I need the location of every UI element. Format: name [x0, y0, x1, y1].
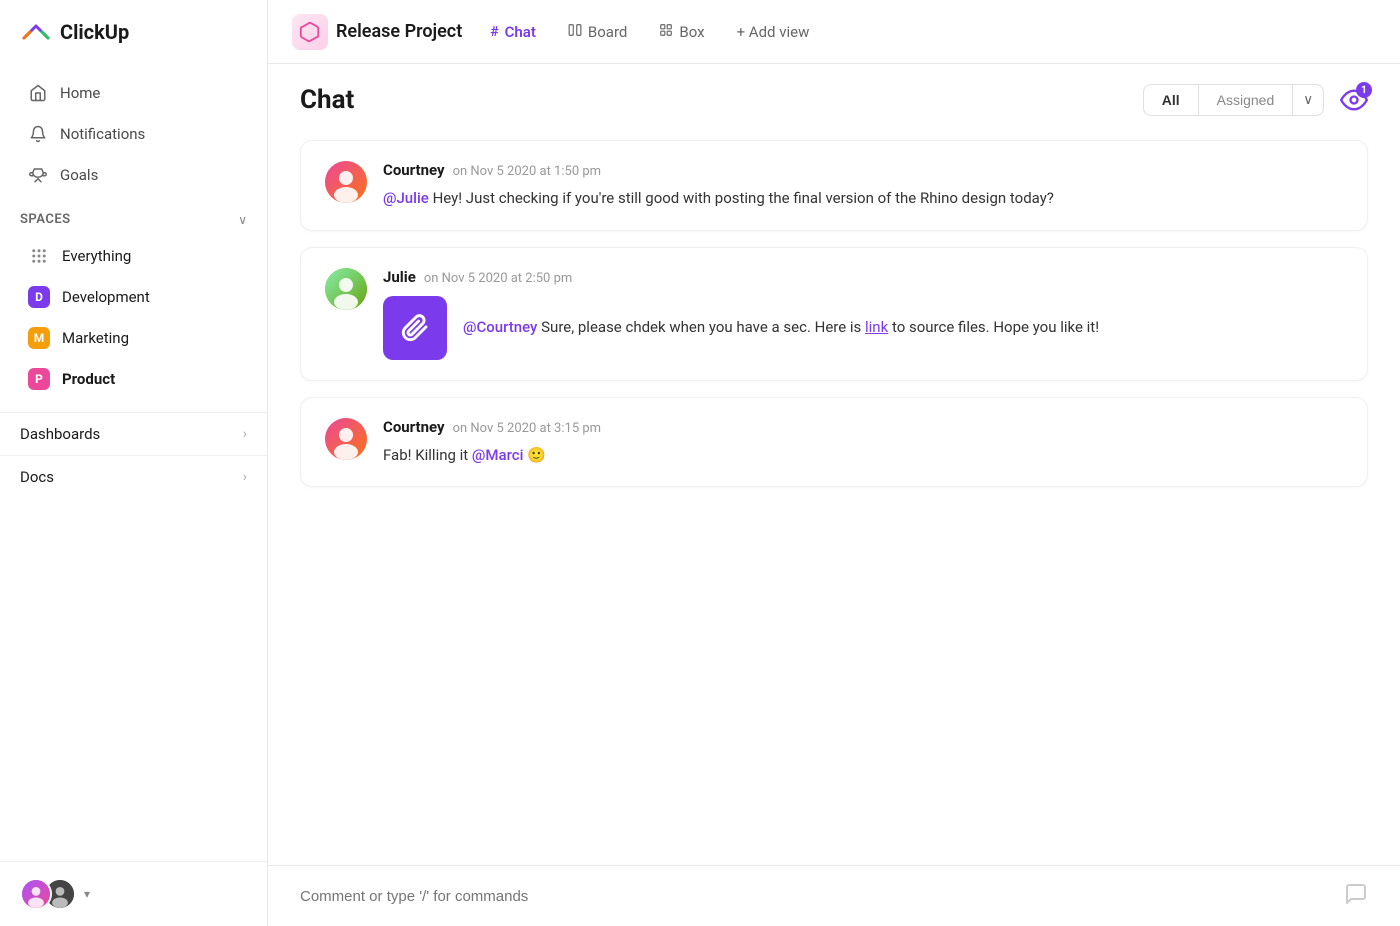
dashboards-chevron-icon: › [243, 426, 247, 442]
tab-board[interactable]: Board [556, 17, 639, 47]
mention-julie[interactable]: @Julie [383, 189, 429, 207]
message-header-2: Julie on Nov 5 2020 at 2:50 pm [383, 268, 1343, 286]
message-time-1: on Nov 5 2020 at 1:50 pm [453, 164, 601, 179]
comment-box [268, 865, 1400, 926]
sidebar-item-notifications-label: Notifications [60, 125, 145, 143]
sidebar-item-notifications[interactable]: Notifications [8, 114, 259, 154]
mention-courtney[interactable]: @Courtney [463, 318, 537, 336]
project-title: Release Project [336, 21, 462, 42]
main-content: Release Project # Chat Board Box + Add v… [268, 0, 1400, 926]
message-header-1: Courtney on Nov 5 2020 at 1:50 pm [383, 161, 1343, 179]
chat-area: Chat All Assigned ∨ 1 [268, 64, 1400, 926]
docs-label: Docs [20, 468, 54, 486]
message-time-3: on Nov 5 2020 at 3:15 pm [453, 421, 601, 436]
message-author-3: Courtney [383, 418, 445, 436]
avatar-courtney-2 [325, 418, 367, 460]
messages-area: Courtney on Nov 5 2020 at 1:50 pm @Julie… [268, 132, 1400, 865]
user-dropdown-icon[interactable]: ▾ [84, 887, 90, 901]
sidebar-nav: Home Notifications Goals [0, 64, 267, 204]
avatar-group[interactable] [20, 878, 76, 910]
product-badge: P [28, 368, 50, 390]
box-icon [659, 23, 673, 41]
message-text-2: @Courtney Sure, please chdek when you ha… [463, 316, 1099, 339]
tab-chat-label: Chat [505, 23, 536, 41]
dashboards-label: Dashboards [20, 425, 100, 443]
message-card-3: Courtney on Nov 5 2020 at 3:15 pm Fab! K… [300, 397, 1368, 488]
add-view-label: + Add view [737, 23, 810, 41]
paperclip-icon [401, 314, 429, 342]
sidebar-item-product[interactable]: P Product [8, 359, 259, 399]
sidebar-item-marketing-label: Marketing [62, 329, 129, 347]
sidebar-item-docs[interactable]: Docs › [0, 455, 267, 498]
topbar: Release Project # Chat Board Box + Add v… [268, 0, 1400, 64]
source-link[interactable]: link [865, 318, 888, 336]
message-body-1: Courtney on Nov 5 2020 at 1:50 pm @Julie… [383, 161, 1343, 210]
avatar-julie [325, 268, 367, 310]
message-body-3: Courtney on Nov 5 2020 at 3:15 pm Fab! K… [383, 418, 1343, 467]
sidebar-bottom: ▾ [0, 861, 267, 926]
trophy-icon [28, 165, 48, 185]
sidebar-item-home-label: Home [60, 84, 100, 102]
comment-input[interactable] [300, 888, 1344, 905]
board-icon [568, 23, 582, 41]
docs-chevron-icon: › [243, 469, 247, 485]
message-body-2: Julie on Nov 5 2020 at 2:50 pm @Courtney… [383, 268, 1343, 360]
message-text-1: @Julie Hey! Just checking if you're stil… [383, 187, 1343, 210]
message-card-2: Julie on Nov 5 2020 at 2:50 pm @Courtney… [300, 247, 1368, 381]
mention-marci[interactable]: @Marci [472, 446, 523, 464]
sidebar-item-home[interactable]: Home [8, 73, 259, 113]
watch-button[interactable]: 1 [1340, 86, 1368, 114]
message-text-3: Fab! Killing it @Marci 🙂 [383, 444, 1343, 467]
avatar-courtney-1 [325, 161, 367, 203]
spaces-list: Everything D Development M Marketing P P… [0, 235, 267, 400]
avatar-user1 [20, 878, 52, 910]
tab-chat[interactable]: # Chat [478, 17, 548, 47]
add-view-button[interactable]: + Add view [725, 17, 822, 47]
message-header-3: Courtney on Nov 5 2020 at 3:15 pm [383, 418, 1343, 436]
chat-title: Chat [300, 85, 354, 115]
sidebar-item-product-label: Product [62, 370, 115, 388]
watch-count-badge: 1 [1356, 82, 1372, 98]
sidebar-item-everything[interactable]: Everything [8, 236, 259, 276]
chat-filters: All Assigned ∨ [1143, 84, 1324, 116]
sidebar: ClickUp Home Notifications Goals Spaces … [0, 0, 268, 926]
spaces-label: Spaces [20, 212, 71, 227]
filter-dropdown-button[interactable]: ∨ [1293, 84, 1324, 116]
marketing-badge: M [28, 327, 50, 349]
everything-icon [28, 245, 50, 267]
spaces-chevron-icon: ∨ [238, 213, 247, 227]
tab-box-label: Box [679, 23, 704, 41]
message-card: Courtney on Nov 5 2020 at 1:50 pm @Julie… [300, 140, 1368, 231]
sidebar-item-development[interactable]: D Development [8, 277, 259, 317]
message-time-2: on Nov 5 2020 at 2:50 pm [424, 271, 572, 286]
home-icon [28, 83, 48, 103]
filter-all-button[interactable]: All [1143, 84, 1199, 116]
sidebar-item-marketing[interactable]: M Marketing [8, 318, 259, 358]
development-badge: D [28, 286, 50, 308]
filter-assigned-button[interactable]: Assigned [1199, 84, 1294, 116]
spaces-header[interactable]: Spaces ∨ [0, 204, 267, 235]
sidebar-item-goals[interactable]: Goals [8, 155, 259, 195]
attachment-icon[interactable] [383, 296, 447, 360]
clickup-logo-icon [20, 16, 52, 48]
hash-icon: # [490, 24, 498, 40]
project-icon [292, 14, 328, 50]
tab-box[interactable]: Box [647, 17, 716, 47]
message-author-2: Julie [383, 268, 416, 286]
message-author-1: Courtney [383, 161, 445, 179]
sidebar-item-goals-label: Goals [60, 166, 98, 184]
logo-text: ClickUp [60, 20, 129, 44]
logo[interactable]: ClickUp [0, 0, 267, 64]
send-icon[interactable] [1344, 882, 1368, 910]
attachment-area: @Courtney Sure, please chdek when you ha… [383, 296, 1343, 360]
sidebar-item-everything-label: Everything [62, 247, 131, 265]
chat-header: Chat All Assigned ∨ 1 [268, 64, 1400, 132]
bell-icon [28, 124, 48, 144]
tab-board-label: Board [588, 23, 627, 41]
sidebar-item-dashboards[interactable]: Dashboards › [0, 412, 267, 455]
sidebar-item-development-label: Development [62, 288, 150, 306]
